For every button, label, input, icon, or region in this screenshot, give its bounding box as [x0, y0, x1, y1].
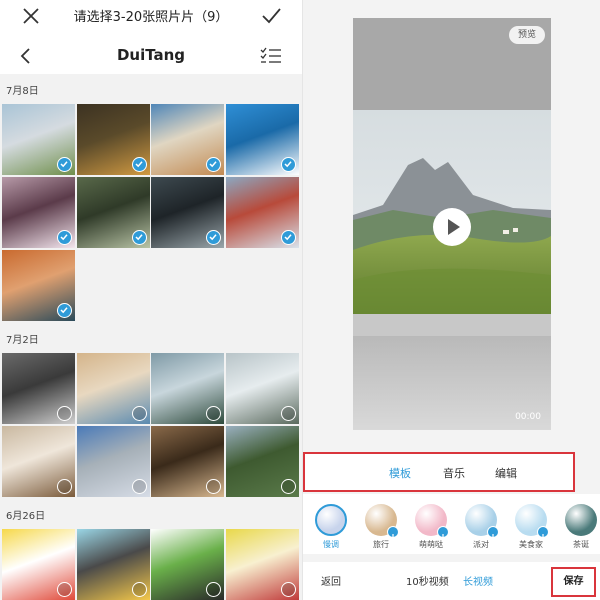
- photo-thumbnail[interactable]: [151, 104, 224, 175]
- photo-thumbnail[interactable]: [2, 104, 75, 175]
- save-button[interactable]: 保存: [551, 567, 596, 597]
- template-filter-label: 茶诞: [573, 540, 589, 549]
- download-icon: [437, 526, 449, 541]
- template-thumbnail: [465, 504, 499, 541]
- photo-thumbnail[interactable]: [77, 353, 150, 424]
- template-filter-item[interactable]: 慢调: [311, 504, 351, 550]
- selected-check-icon[interactable]: [57, 157, 72, 172]
- unselected-circle-icon[interactable]: [57, 582, 72, 597]
- template-thumbnail: [565, 504, 597, 536]
- selected-check-icon[interactable]: [206, 230, 221, 245]
- selected-check-icon[interactable]: [57, 230, 72, 245]
- template-thumbnail: [365, 504, 399, 541]
- photo-thumbnail[interactable]: [77, 529, 150, 600]
- tab-template[interactable]: 模板: [389, 465, 411, 481]
- unselected-circle-icon[interactable]: [206, 479, 221, 494]
- photo-thumbnail[interactable]: [226, 177, 299, 248]
- unselected-circle-icon[interactable]: [206, 582, 221, 597]
- album-nav-bar: DuiTang: [0, 40, 302, 74]
- template-filter-item[interactable]: 旅行: [361, 504, 401, 550]
- download-icon: [387, 526, 399, 541]
- unselected-circle-icon[interactable]: [206, 406, 221, 421]
- unselected-circle-icon[interactable]: [132, 582, 147, 597]
- template-thumbnail: [515, 504, 549, 541]
- download-icon: [487, 526, 499, 541]
- photo-thumbnail[interactable]: [2, 177, 75, 248]
- picker-title: 请选择3-20张照片片（9）: [73, 10, 229, 25]
- unselected-circle-icon[interactable]: [132, 479, 147, 494]
- unselected-circle-icon[interactable]: [281, 406, 296, 421]
- video-time: 00:00: [515, 412, 541, 422]
- selected-check-icon[interactable]: [132, 230, 147, 245]
- photo-thumbnail[interactable]: [151, 529, 224, 600]
- tab-music[interactable]: 音乐: [443, 465, 465, 481]
- photo-thumbnail[interactable]: [151, 177, 224, 248]
- album-name[interactable]: DuiTang: [0, 46, 302, 64]
- play-button[interactable]: [433, 208, 471, 246]
- section-date: 6月26日: [6, 511, 46, 522]
- photo-thumbnail[interactable]: [77, 426, 150, 497]
- mode-10s-video[interactable]: 10秒视频: [406, 573, 449, 588]
- tab-edit[interactable]: 编辑: [495, 465, 517, 481]
- unselected-circle-icon[interactable]: [281, 479, 296, 494]
- template-filter-label: 慢调: [323, 540, 339, 549]
- photo-thumbnail[interactable]: [2, 426, 75, 497]
- photo-thumbnail[interactable]: [226, 104, 299, 175]
- photo-thumbnail[interactable]: [226, 529, 299, 600]
- photo-picker-panel: 请选择3-20张照片片（9） DuiTang 7月8日 7月2日 6月26日: [0, 0, 302, 600]
- unselected-circle-icon[interactable]: [132, 406, 147, 421]
- photo-thumbnail[interactable]: [2, 353, 75, 424]
- unselected-circle-icon[interactable]: [57, 479, 72, 494]
- photo-thumbnail[interactable]: [226, 353, 299, 424]
- preview-button[interactable]: 预览: [509, 26, 545, 44]
- template-filter-item[interactable]: 茶诞: [561, 504, 600, 550]
- photo-thumbnail[interactable]: [77, 104, 150, 175]
- template-thumbnail: [315, 504, 347, 536]
- back-button[interactable]: 返回: [321, 573, 341, 588]
- unselected-circle-icon[interactable]: [281, 582, 296, 597]
- template-filter-item[interactable]: 美食家: [511, 504, 551, 550]
- template-filter-strip: 慢调 旅行 萌萌哒 派对 美食家茶诞: [303, 494, 600, 554]
- photo-thumbnail[interactable]: [2, 529, 75, 600]
- confirm-check-icon[interactable]: [260, 5, 282, 27]
- selected-check-icon[interactable]: [281, 230, 296, 245]
- photo-thumbnail[interactable]: [2, 250, 75, 321]
- selected-check-icon[interactable]: [281, 157, 296, 172]
- section-date: 7月8日: [6, 86, 39, 97]
- photo-thumbnail[interactable]: [151, 426, 224, 497]
- selected-check-icon[interactable]: [57, 303, 72, 318]
- photo-grid: 7月8日 7月2日 6月26日: [0, 74, 302, 600]
- video-preview: 预览 00:00: [353, 18, 551, 430]
- editor-tabs: 模板 音乐 编辑: [303, 452, 575, 492]
- mode-long-video[interactable]: 长视频: [463, 573, 493, 588]
- template-filter-item[interactable]: 萌萌哒: [411, 504, 451, 550]
- photo-thumbnail[interactable]: [226, 426, 299, 497]
- close-icon[interactable]: [20, 5, 42, 27]
- preview-band: [353, 314, 551, 336]
- picker-top-bar: 请选择3-20张照片片（9）: [0, 0, 302, 32]
- photo-thumbnail[interactable]: [77, 177, 150, 248]
- template-thumbnail: [415, 504, 449, 541]
- photo-thumbnail[interactable]: [151, 353, 224, 424]
- section-date: 7月2日: [6, 335, 39, 346]
- checklist-icon[interactable]: [260, 46, 282, 66]
- template-filter-item[interactable]: 派对: [461, 504, 501, 550]
- play-icon: [448, 219, 460, 235]
- selected-check-icon[interactable]: [206, 157, 221, 172]
- editor-bottom-bar: 返回 10秒视频 长视频 保存: [303, 562, 600, 600]
- download-icon: [537, 526, 549, 541]
- selected-check-icon[interactable]: [132, 157, 147, 172]
- unselected-circle-icon[interactable]: [57, 406, 72, 421]
